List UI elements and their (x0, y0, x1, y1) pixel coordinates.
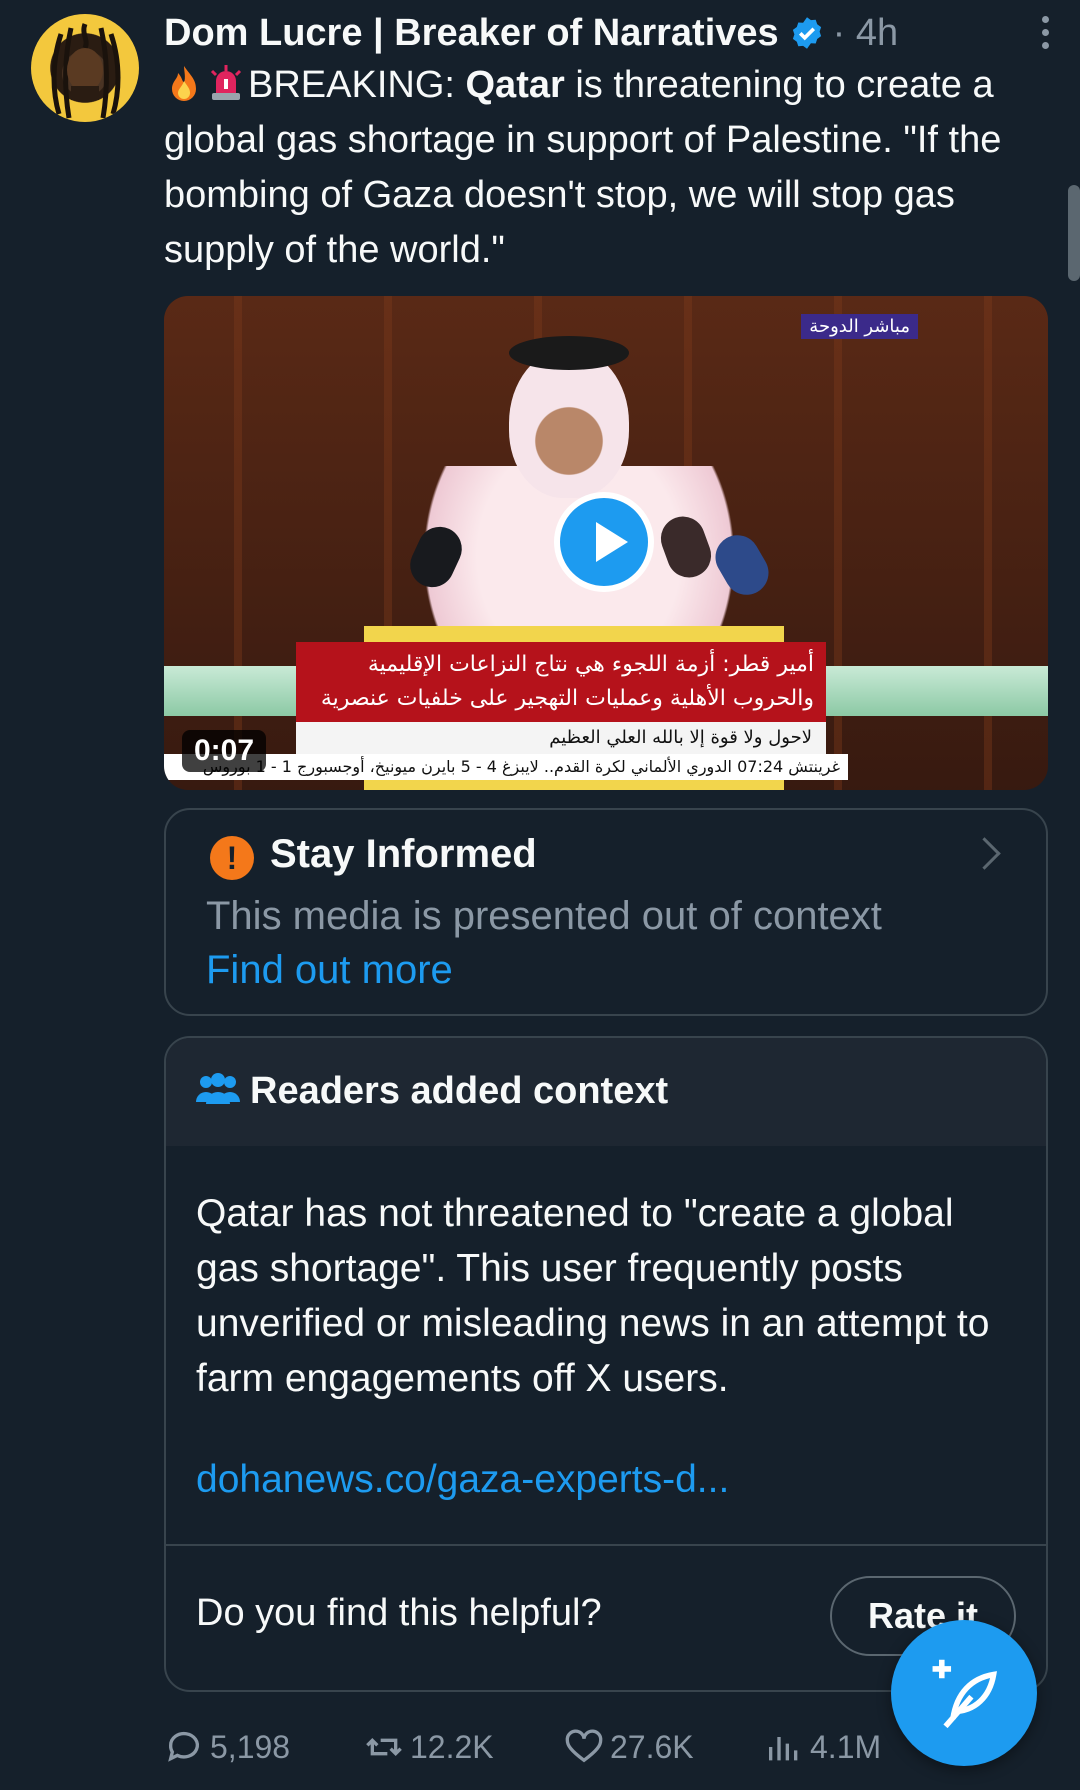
heart-icon (565, 1729, 603, 1763)
caption-line-2: والحروب الأهلية وعمليات التهجير على خلفي… (320, 686, 814, 711)
tweet-timestamp[interactable]: · 4h (833, 12, 898, 55)
warning-icon: ! (210, 836, 254, 880)
divider (166, 1544, 1046, 1546)
stay-informed-description: This media is presented out of context (206, 894, 882, 938)
stay-informed-title: Stay Informed (270, 832, 537, 876)
play-button-icon[interactable] (554, 492, 654, 592)
find-out-more-link[interactable]: Find out more (206, 948, 453, 993)
like-button[interactable]: 27.6K (564, 1727, 764, 1767)
channel-logo: مباشر الدوحة (801, 314, 918, 339)
community-note-card: Readers added context Qatar has not thre… (164, 1036, 1048, 1692)
chevron-right-icon[interactable] (968, 837, 1001, 870)
scrollbar[interactable] (1068, 185, 1080, 281)
repost-count: 12.2K (410, 1728, 494, 1765)
reply-icon (168, 1731, 199, 1762)
repost-icon (366, 1737, 402, 1757)
like-count: 27.6K (610, 1728, 694, 1765)
community-note-source-link[interactable]: dohanews.co/gaza-experts-d... (196, 1458, 729, 1502)
stay-informed-card[interactable]: ! Stay Informed This media is presented … (164, 808, 1048, 1016)
compose-feather-icon (932, 1659, 997, 1729)
community-note-title: Readers added context (250, 1070, 669, 1112)
speaker-head (509, 348, 629, 498)
people-icon (196, 1073, 240, 1104)
tweet-text: BREAKING: Qatar is threatening to create… (164, 58, 1004, 278)
tweet-lead: BREAKING: (248, 64, 466, 106)
community-note-header: Readers added context (166, 1038, 1046, 1146)
author-avatar[interactable] (31, 14, 139, 122)
helpful-prompt: Do you find this helpful? (196, 1592, 602, 1634)
video-player[interactable]: مباشر الدوحة أمير قطر: أزمة اللجوء هي نت… (164, 296, 1048, 790)
repost-button[interactable]: 12.2K (364, 1727, 564, 1767)
author-name[interactable]: Dom Lucre | Breaker of Narratives (164, 12, 779, 55)
tweet-bold: Qatar (465, 64, 565, 106)
tweet-header: Dom Lucre | Breaker of Narratives · 4h (164, 4, 1080, 62)
speaker-agal (509, 336, 629, 370)
news-ticker-top: لاحول ولا قوة إلا بالله العلي العظيم (296, 722, 826, 754)
more-options-icon[interactable] (1042, 16, 1052, 55)
reply-button[interactable]: 5,198 (164, 1727, 364, 1767)
siren-emoji-icon (210, 65, 242, 100)
views-icon (769, 1737, 798, 1761)
community-note-body: Qatar has not threatened to "create a gl… (196, 1192, 990, 1400)
fire-emoji-icon (172, 66, 196, 101)
view-count: 4.1M (810, 1728, 882, 1765)
avatar-image (51, 23, 121, 119)
reply-count: 5,198 (210, 1728, 291, 1765)
news-ticker-bottom: غرينتش 07:24 الدوري الألماني لكرة القدم.… (164, 754, 848, 780)
video-duration: 0:07 (182, 730, 267, 772)
caption-line-1: أمير قطر: أزمة اللجوء هي نتاج النزاعات ا… (367, 652, 814, 677)
compose-post-button[interactable] (891, 1620, 1037, 1766)
verified-badge-icon (792, 17, 821, 49)
video-caption: أمير قطر: أزمة اللجوء هي نتاج النزاعات ا… (296, 642, 826, 722)
